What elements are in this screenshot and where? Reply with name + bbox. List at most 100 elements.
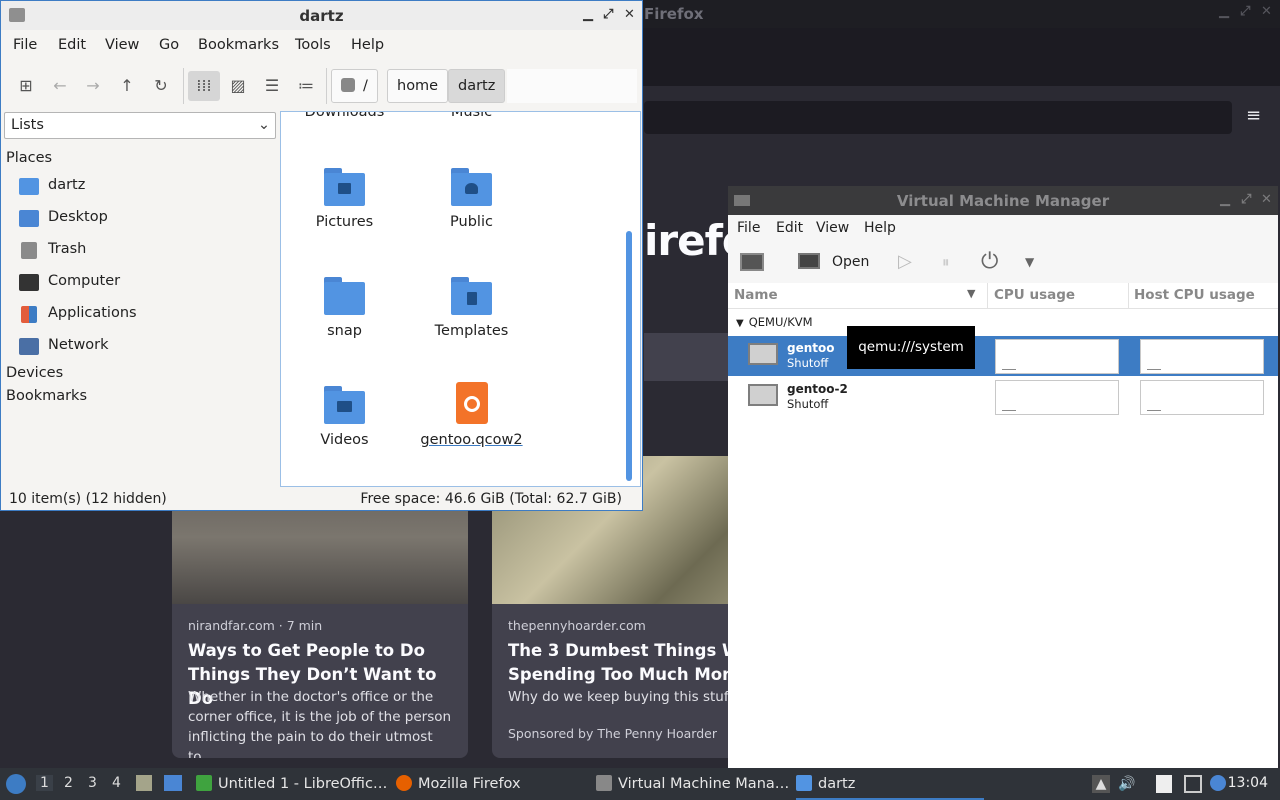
new-window-icon[interactable]: ⊞ (10, 71, 42, 101)
vm-row-gentoo-2[interactable]: gentoo-2 Shutoff (728, 377, 1278, 417)
firefox-title: Firefox (644, 5, 704, 23)
sidebar-item-trash[interactable]: Trash (19, 238, 269, 264)
story-excerpt: Whether in the doctor's office or the co… (188, 689, 452, 758)
toolbar-separator (183, 68, 184, 104)
minimize-icon[interactable]: ▁ (583, 7, 593, 22)
menu-bookmarks[interactable]: Bookmarks (198, 37, 279, 53)
maximize-icon[interactable]: ⤢ (603, 7, 613, 22)
run-icon[interactable]: ▷ (898, 249, 912, 275)
file-manager-titlebar: dartz ▁ ⤢ ✕ (1, 1, 642, 30)
file-item[interactable]: Downloads (281, 112, 408, 158)
file-item[interactable]: Videos (281, 386, 408, 486)
file-icon-view[interactable]: Downloads Music Pictures Public snap Tem… (280, 111, 641, 487)
show-desktop-icon[interactable] (164, 775, 182, 791)
bookmarks-heading[interactable]: Bookmarks (6, 388, 87, 404)
side-pane-mode-select[interactable]: Lists ⌄ (4, 112, 276, 139)
sidebar-item-applications[interactable]: Applications (19, 302, 269, 328)
hamburger-icon[interactable]: ≡ (1246, 107, 1261, 125)
toolbar: ⊞ ← → ↑ ↻ ⁞⁞⁞ ▨ ☰ ≔ / home dartz (1, 60, 642, 111)
menu-go[interactable]: Go (159, 37, 179, 53)
detailed-list-icon[interactable]: ≔ (290, 71, 322, 101)
clock[interactable]: 13:04 (1228, 775, 1268, 791)
file-item[interactable]: Pictures (281, 168, 408, 268)
vertical-scrollbar[interactable] (626, 231, 632, 481)
workspace-3[interactable]: 3 (88, 775, 97, 791)
file-item[interactable]: snap (281, 277, 408, 377)
close-icon[interactable]: ✕ (624, 7, 635, 22)
menu-file[interactable]: File (13, 37, 37, 53)
open-button[interactable]: Open (798, 249, 869, 275)
window-title: Virtual Machine Manager (896, 192, 1110, 210)
workspace-2[interactable]: 2 (64, 775, 73, 791)
vm-row-gentoo[interactable]: gentoo Shutoff (728, 336, 1278, 376)
file-item[interactable]: gentoo.qcow2 (408, 382, 535, 486)
start-menu-icon[interactable] (6, 774, 26, 794)
power-icon[interactable]: ⏻ (981, 249, 998, 275)
sidebar-item-network[interactable]: Network (19, 334, 269, 360)
notification-area-icon[interactable]: ▲ (1092, 775, 1110, 793)
icon-view-icon[interactable]: ⁞⁞⁞ (188, 71, 220, 101)
up-arrow-icon[interactable]: ↑ (111, 71, 143, 101)
close-icon[interactable]: ✕ (1261, 192, 1272, 207)
sidebar-item-desktop[interactable]: Desktop (19, 206, 269, 232)
maximize-icon[interactable]: ⤢ (1241, 192, 1251, 207)
trash-icon (21, 242, 37, 259)
menu-view[interactable]: View (105, 37, 139, 53)
menu-edit[interactable]: Edit (776, 220, 803, 236)
file-name: Pictures (315, 214, 374, 230)
minimize-icon[interactable]: ▁ (1220, 192, 1230, 207)
network-tray-icon[interactable] (1184, 775, 1202, 793)
cpu-usage-graph (995, 339, 1119, 374)
updates-icon[interactable] (1210, 775, 1226, 791)
compact-list-icon[interactable]: ☰ (256, 71, 288, 101)
workspace-4[interactable]: 4 (112, 775, 121, 791)
libreoffice-writer-icon (196, 775, 212, 791)
volume-icon[interactable]: 🔊 (1118, 775, 1136, 793)
chevron-down-icon[interactable]: ▼ (1025, 249, 1034, 275)
sidebar-item-computer[interactable]: Computer (19, 270, 269, 296)
menu-edit[interactable]: Edit (58, 37, 86, 53)
menu-file[interactable]: File (737, 220, 760, 236)
sidebar-item-dartz[interactable]: dartz (19, 174, 269, 200)
maximize-icon[interactable]: ⤢ (1240, 4, 1250, 19)
column-name[interactable]: Name (734, 287, 778, 303)
computer-icon (19, 274, 39, 291)
column-host-cpu-usage[interactable]: Host CPU usage (1134, 287, 1255, 303)
reload-icon[interactable]: ↻ (145, 71, 177, 101)
menu-help[interactable]: Help (351, 37, 384, 53)
file-item[interactable]: Public (408, 168, 535, 268)
breadcrumb-root[interactable]: / (331, 69, 378, 103)
task-label: dartz (818, 776, 856, 792)
task-libreoffice[interactable]: Untitled 1 - LibreOffic… (196, 768, 387, 800)
file-manager-window: dartz ▁ ⤢ ✕ File Edit View Go Bookmarks … (0, 0, 643, 511)
file-name: Music (450, 111, 493, 120)
connection-group[interactable]: ▼ QEMU/KVM (736, 315, 813, 329)
menu-bar: File Edit View Help (728, 215, 1278, 241)
new-vm-icon[interactable] (740, 249, 766, 275)
task-firefox[interactable]: Mozilla Firefox (396, 768, 521, 800)
task-virt-manager[interactable]: Virtual Machine Mana… (596, 768, 789, 800)
forward-arrow-icon[interactable]: → (77, 71, 109, 101)
clipboard-icon[interactable] (1156, 775, 1172, 793)
file-item[interactable]: Templates (408, 277, 535, 377)
devices-heading[interactable]: Devices (6, 365, 63, 381)
task-file-manager[interactable]: dartz (796, 768, 984, 800)
column-cpu-usage[interactable]: CPU usage (994, 287, 1075, 303)
breadcrumb-home[interactable]: home (387, 69, 449, 103)
file-manager-launcher-icon[interactable] (136, 775, 152, 791)
sort-chevron-icon[interactable]: ▼ (967, 287, 975, 300)
firefox-url-bar[interactable] (644, 101, 1232, 134)
menu-help[interactable]: Help (864, 220, 896, 236)
minimize-icon[interactable]: ▁ (1219, 4, 1229, 19)
menu-tools[interactable]: Tools (295, 37, 331, 53)
workspace-1[interactable]: 1 (36, 775, 53, 791)
back-arrow-icon[interactable]: ← (44, 71, 76, 101)
item-count: 10 item(s) (12 hidden) (9, 491, 167, 507)
menu-view[interactable]: View (816, 220, 849, 236)
vm-list-header: Name ▼ CPU usage Host CPU usage (728, 283, 1278, 309)
breadcrumb-current[interactable]: dartz (448, 69, 506, 103)
pause-icon[interactable]: ⏸ (942, 249, 950, 275)
close-icon[interactable]: ✕ (1261, 4, 1272, 19)
thumbnail-view-icon[interactable]: ▨ (222, 71, 254, 101)
file-item[interactable]: Music (408, 111, 535, 158)
